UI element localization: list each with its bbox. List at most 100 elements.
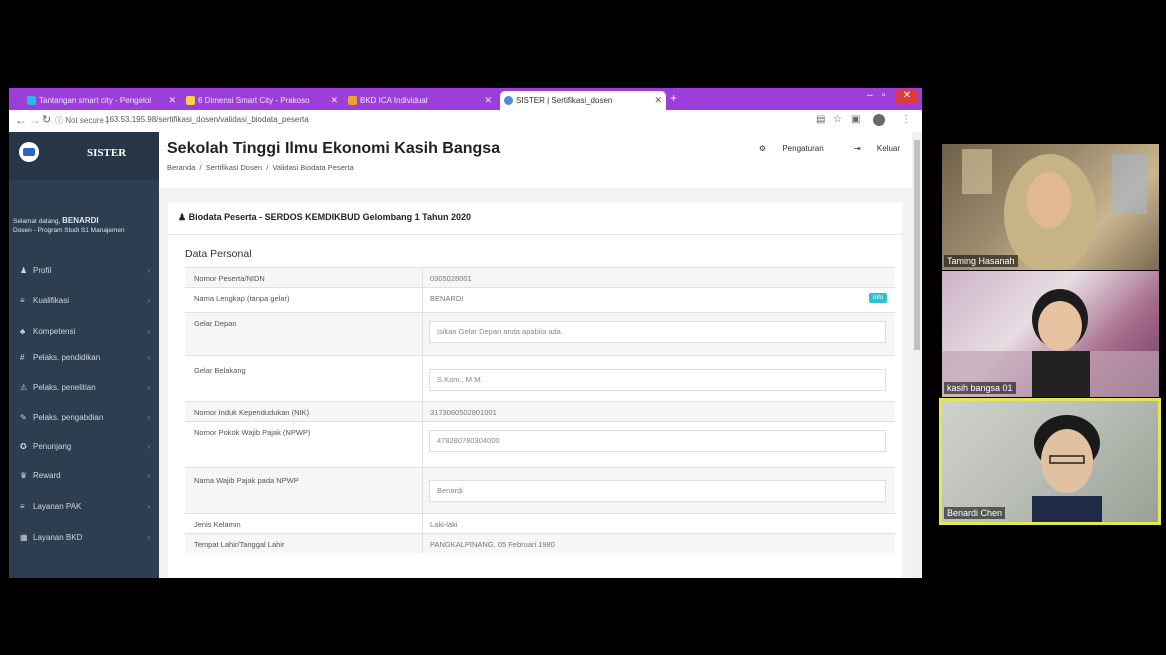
breadcrumb-item[interactable]: Sertifikasi Dosen [206,163,262,172]
sidebar-item-label: Reward [33,471,61,480]
card-title: ♟ Biodata Peserta - SERDOS KEMDIKBUD Gel… [178,212,471,223]
close-icon[interactable]: ✕ [330,91,338,110]
npwp-input[interactable]: 478280780304000 [429,430,886,452]
section-title: Data Personal [185,248,252,260]
chevron-right-icon: › [147,353,150,362]
sidebar-item-penelitian[interactable]: ⚠ Pelaks. penelitian › [9,375,159,400]
user-icon: ♟ [20,266,28,275]
close-icon[interactable]: ✕ [654,91,662,110]
scrollbar-thumb[interactable] [914,140,920,350]
gelar-depan-input[interactable]: Isikan Gelar Depan anda apabila ada [429,321,886,343]
video-tile-active[interactable]: Benardi Chen [939,398,1161,525]
translate-icon[interactable]: ▤ [816,114,825,125]
header-links: ⚙ Pengaturan ⇥ Keluar [731,144,900,153]
logout-icon: ⇥ [853,144,861,153]
logo-icon [19,142,39,162]
sidebar-item-penunjang[interactable]: ✪ Penunjang › [9,434,159,459]
breadcrumb-item[interactable]: Beranda [167,163,195,172]
close-icon[interactable]: ✕ [168,91,176,110]
tab-sister[interactable]: SISTER | Sertifikasi_dosen ✕ [500,91,666,110]
info-badge[interactable]: Info [868,293,887,303]
restore-icon[interactable]: ▫ [882,90,886,101]
menu-icon[interactable]: ⋮ [901,114,911,125]
extension-icon[interactable]: ▣ [851,114,860,125]
graduation-icon: ≡ [20,296,25,305]
trophy-icon: ♛ [20,471,28,480]
chevron-right-icon: › [147,533,150,542]
tab-label: SISTER | Sertifikasi_dosen [516,96,613,105]
tab-smart-city[interactable]: Tantangan smart city - Pengelol ✕ [23,91,180,110]
divider [422,534,423,553]
settings-link[interactable]: ⚙ Pengaturan [745,144,824,153]
brand-name: SISTER [87,147,127,159]
divider [168,234,902,235]
table-icon: ▦ [20,533,28,542]
sidebar-item-kualifikasi[interactable]: ≡ Kualifikasi › [9,288,159,313]
main-content: Sekolah Tinggi Ilmu Ekonomi Kasih Bangsa… [159,132,912,578]
nama-npwp-input[interactable]: Benardi [429,480,886,502]
sidebar-item-label: Penunjang [33,442,72,451]
video-tile[interactable]: kasih bangsa 01 [942,271,1159,397]
row-value: BENARDI [430,294,464,303]
welcome-block: Selamat datang, BENARDI Dosen - Program … [13,216,125,235]
welcome-name: BENARDI [62,216,99,225]
tab-dimensi[interactable]: 6 Dimensi Smart City - Prakoso ✕ [182,91,342,110]
close-window-icon[interactable]: ✕ [896,89,918,103]
sidebar-item-pengabdian[interactable]: ✎ Pelaks. pengabdian › [9,405,159,430]
logout-link[interactable]: ⇥ Keluar [840,144,900,153]
support-icon: ✪ [20,442,27,451]
profile-avatar-icon[interactable] [873,114,885,126]
forward-icon[interactable]: → [29,113,41,127]
table-row: Nomor Peserta/NIDN 0305028001 [185,267,895,287]
tab-favicon-icon [504,96,513,105]
divider [422,468,423,513]
biodata-card: ♟ Biodata Peserta - SERDOS KEMDIKBUD Gel… [168,202,902,578]
url-field[interactable]: 163.53.195.98/sertifikasi_dosen/validasi… [105,115,309,124]
sidebar-item-layanan-bkd[interactable]: ▦ Layanan BKD › [9,525,159,550]
chevron-right-icon: › [147,327,150,336]
book-icon: # [20,353,25,362]
sidebar-item-pendidikan[interactable]: # Pelaks. pendidikan › [9,345,159,370]
card-title-text: Biodata Peserta - SERDOS KEMDIKBUD Gelom… [188,212,471,222]
row-value: 3173060502801001 [430,408,497,417]
star-icon[interactable]: ☆ [833,114,842,125]
sidebar-item-kompetensi[interactable]: ♣ Kompetensi › [9,319,159,344]
sidebar-item-profil[interactable]: ♟ Profil › [9,258,159,283]
welcome-prefix: Selamat datang, [13,218,63,225]
participant-video-icon [942,289,1159,397]
sidebar-brand[interactable]: SISTER [9,132,159,180]
gelar-belakang-input[interactable]: S.Kom., M.M. [429,369,886,391]
new-tab-button[interactable]: + [670,91,677,105]
users-icon: ♟ [178,212,187,222]
breadcrumb: Beranda / Sertifikasi Dosen / Validasi B… [167,163,354,172]
page-title: Sekolah Tinggi Ilmu Ekonomi Kasih Bangsa [167,140,501,157]
sidebar-item-reward[interactable]: ♛ Reward › [9,463,159,488]
minimize-icon[interactable]: – [867,90,873,101]
tab-favicon-icon [348,96,357,105]
table-row: Nama Wajib Pajak pada NPWP Benardi [185,467,895,513]
close-icon[interactable]: ✕ [484,91,492,110]
sidebar-item-label: Layanan PAK [33,502,82,511]
gear-icon: ⚙ [758,144,767,153]
reload-icon[interactable]: ↻ [42,113,51,126]
sidebar-item-label: Kualifikasi [33,296,70,305]
participant-name: kasih bangsa 01 [944,382,1016,394]
tab-favicon-icon [27,96,36,105]
table-row: Nomor Induk Kependudukan (NIK) 317306050… [185,401,895,421]
welcome-role: Dosen - Program Studi S1 Manajemen [13,227,125,234]
scrollbar[interactable] [912,132,922,578]
row-label: Nama Lengkap (tanpa gelar) [194,294,290,303]
table-row: Nama Lengkap (tanpa gelar) BENARDI Info [185,287,895,312]
sidebar: SISTER Selamat datang, BENARDI Dosen - P… [9,132,159,578]
back-icon[interactable]: ← [15,113,27,127]
divider [422,402,423,421]
video-tile[interactable]: Taming Hasanah [942,144,1159,270]
security-indicator[interactable]: ⓘ Not secure | [55,115,108,126]
divider [422,422,423,467]
sidebar-item-layanan-pak[interactable]: ≡ Layanan PAK › [9,494,159,519]
sidebar-item-label: Pelaks. pengabdian [33,413,104,422]
chevron-right-icon: › [147,502,150,511]
tab-bkd[interactable]: BKD ICA Individual ✕ [344,91,496,110]
table-row: Jenis Kelamin Laki-laki [185,513,895,533]
chevron-right-icon: › [147,383,150,392]
